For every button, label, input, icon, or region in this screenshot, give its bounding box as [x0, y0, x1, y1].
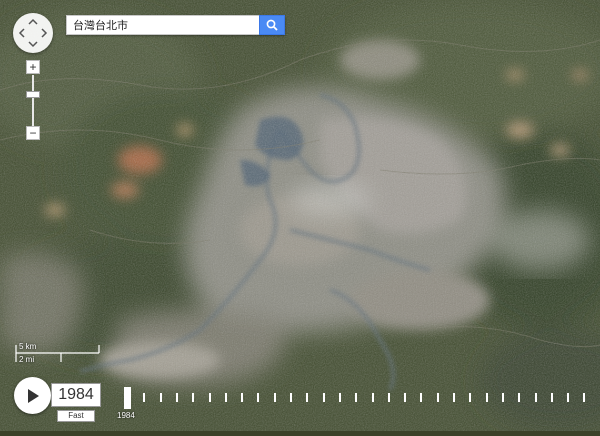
- timeline-tick: [387, 393, 390, 402]
- speed-toggle[interactable]: Fast: [57, 410, 95, 422]
- timeline-tick: [534, 393, 537, 402]
- pan-control[interactable]: [13, 13, 53, 53]
- timeline-tick: [485, 393, 488, 402]
- current-year: 1984: [51, 383, 101, 407]
- zoom-slider-track[interactable]: [32, 75, 34, 126]
- satellite-map[interactable]: [0, 0, 600, 431]
- timeline-tick: [453, 393, 455, 402]
- scale-metric-label: 5 km: [19, 342, 37, 351]
- scale-bar: 5 km 2 mi: [15, 342, 100, 366]
- timeline-tick: [290, 393, 292, 402]
- play-button[interactable]: [14, 377, 51, 414]
- play-icon: [27, 388, 39, 403]
- timeline-tick: [469, 393, 472, 402]
- pan-arrows-icon: [18, 18, 48, 48]
- timeline-tick: [306, 393, 309, 402]
- timeline-tick: [436, 393, 439, 402]
- timeline-tick: [208, 393, 211, 402]
- zoom-in-button[interactable]: +: [26, 60, 40, 74]
- satellite-imagery[interactable]: [0, 0, 600, 431]
- timeline-tick: [501, 393, 504, 402]
- search-input[interactable]: [66, 15, 259, 35]
- timeline-tick: [241, 393, 244, 402]
- timeline-tick: [273, 393, 276, 402]
- timeline-tick: [404, 393, 407, 402]
- zoom-out-button[interactable]: −: [26, 126, 40, 140]
- timeline-tick: [583, 393, 586, 402]
- timeline-tick: [420, 393, 423, 402]
- timeline-tick: [257, 393, 260, 402]
- search-button[interactable]: [259, 15, 285, 35]
- timeline-tick: [192, 393, 195, 402]
- timeline-tick: [224, 393, 227, 402]
- timeline-tick: [567, 393, 570, 402]
- timeline-tick: [371, 393, 374, 402]
- timeline-tick: [143, 393, 146, 402]
- search-bar: [66, 15, 285, 35]
- timeline-tick: [322, 393, 325, 402]
- scale-imperial-label: 2 mi: [19, 355, 35, 364]
- timeline-start-year: 1984: [117, 411, 135, 420]
- timelapse-controls: 1984 Fast 1984: [0, 370, 600, 431]
- search-icon: [266, 19, 278, 31]
- timeline-tick: [338, 393, 341, 402]
- timeline-tick: [175, 393, 178, 402]
- timeline-tick: [518, 393, 521, 402]
- timeline-tick: [159, 393, 162, 402]
- timeline-slider[interactable]: [124, 387, 600, 409]
- timeline-tick: [355, 393, 358, 402]
- timeline-handle[interactable]: [124, 387, 131, 409]
- zoom-slider-thumb[interactable]: [26, 91, 40, 98]
- timeline-tick: [550, 393, 553, 402]
